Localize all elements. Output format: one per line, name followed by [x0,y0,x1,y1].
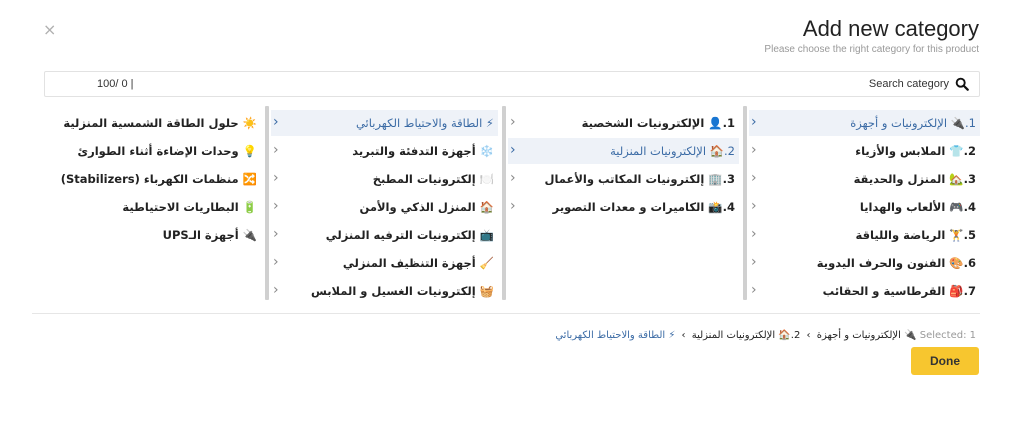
chevron-left-icon: ‹ [273,198,279,214]
divider [32,313,980,314]
dialog-subtitle: Please choose the right category for thi… [764,44,979,55]
chevron-left-icon: ‹ [273,114,279,130]
search-character-counter: 100/ 0 | [97,78,134,90]
category-item-label: 2.🏠 الإلكترونيات المنزلية [610,144,735,158]
breadcrumb-separator: › [681,330,686,341]
category-item-label: 📺 إلكترونيات الترفيه المنزلي [325,228,494,242]
chevron-left-icon: ‹ [751,170,757,186]
category-item[interactable]: ‹ 4.📸 الكاميرات و معدات التصوير [508,194,739,220]
category-item[interactable]: ‹ ⚡ الطاقة والاحتياط الكهربائي [271,110,498,136]
dialog-title: Add new category [802,16,979,41]
category-item[interactable]: ‹ 7.🎒 القرطاسية و الحقائب [749,278,980,304]
search-input[interactable] [349,72,949,96]
category-item-label: 7.🎒 القرطاسية و الحقائب [822,284,976,298]
chevron-left-icon: ‹ [751,198,757,214]
chevron-left-icon: ‹ [510,142,516,158]
category-column-level-2: ‹ 1.👤 الإلكترونيات الشخصية ‹ 2.🏠 الإلكترون… [502,106,739,300]
category-item-label: 🔌 أجهزة الـUPS [162,228,257,242]
category-item-label: 🔋 البطاريات الاحتياطية [122,200,257,214]
category-column-level-3: ‹ ⚡ الطاقة والاحتياط الكهربائي ‹ ❄️ أجهزة … [265,106,498,300]
category-item-label: 6.🎨 الفنون والحرف اليدوية [816,256,976,270]
category-item-label: 1.🔌 الإلكترونيات و أجهزة [850,116,976,130]
chevron-left-icon: ‹ [751,114,757,130]
category-item[interactable]: ‹ 2.🏠 الإلكترونيات المنزلية [508,138,739,164]
chevron-left-icon: ‹ [273,170,279,186]
category-item[interactable]: ‹ 5.🏋️ الرياضة واللياقة [749,222,980,248]
category-item[interactable]: ‹ 4.🎮 الألعاب والهدايا [749,194,980,220]
category-item[interactable]: 💡 وحدات الإضاءة أثناء الطوارئ [50,138,261,164]
category-item-label: 🧹 أجهزة التنظيف المنزلي [342,256,494,270]
chevron-left-icon: ‹ [510,114,516,130]
breadcrumb-prefix: Selected: 1 [919,330,976,341]
category-item[interactable]: ‹ 3.🏢 إلكترونيات المكاتب والأعمال [508,166,739,192]
category-item[interactable]: ‹ 1.🔌 الإلكترونيات و أجهزة [749,110,980,136]
category-item[interactable]: ‹ 3.🏡 المنزل والحديقة [749,166,980,192]
breadcrumb-item[interactable]: 2.🏠 الإلكترونيات المنزلية [692,330,801,341]
close-icon[interactable]: × [43,20,56,39]
category-item-label: ☀️ حلول الطاقة الشمسية المنزلية [63,116,257,130]
category-column-level-1: ‹ 1.🔌 الإلكترونيات و أجهزة ‹ 2.👕 الملابس و… [743,106,980,300]
category-item-label: 🔀 منظمات الكهرباء (Stabilizers) [60,172,257,186]
category-item-label: 💡 وحدات الإضاءة أثناء الطوارئ [77,144,257,158]
chevron-left-icon: ‹ [273,254,279,270]
category-item-label: ❄️ أجهزة التدفئة والتبريد [352,144,494,158]
category-item-label: 4.📸 الكاميرات و معدات التصوير [552,200,735,214]
chevron-left-icon: ‹ [751,254,757,270]
category-item[interactable]: ‹ 6.🎨 الفنون والحرف اليدوية [749,250,980,276]
category-item-label: 🍽️ إلكترونيات المطبخ [372,172,494,186]
category-item[interactable]: ‹ 1.👤 الإلكترونيات الشخصية [508,110,739,136]
category-item-label: 2.👕 الملابس والأزياء [855,144,976,158]
category-item-label: 1.👤 الإلكترونيات الشخصية [581,116,735,130]
category-item[interactable]: ‹ ❄️ أجهزة التدفئة والتبريد [271,138,498,164]
scrollbar[interactable] [743,106,747,300]
category-item-label: 4.🎮 الألعاب والهدايا [859,200,976,214]
chevron-left-icon: ‹ [273,226,279,242]
category-item[interactable]: ‹ 🍽️ إلكترونيات المطبخ [271,166,498,192]
chevron-left-icon: ‹ [751,282,757,298]
category-item[interactable]: ‹ 🏠 المنزل الذكي والأمن [271,194,498,220]
category-item-label: 🧺 إلكترونيات الغسيل و الملابس [310,284,494,298]
category-item-label: ⚡ الطاقة والاحتياط الكهربائي [355,116,494,130]
scrollbar[interactable] [502,106,506,300]
category-item[interactable]: ☀️ حلول الطاقة الشمسية المنزلية [50,110,261,136]
category-item-label: 🏠 المنزل الذكي والأمن [359,200,494,214]
category-column-level-4: ☀️ حلول الطاقة الشمسية المنزلية 💡 وحدات … [44,106,261,300]
search-icon[interactable] [955,77,969,91]
category-item-label: 3.🏡 المنزل والحديقة [853,172,976,186]
chevron-left-icon: ‹ [510,198,516,214]
category-item[interactable]: ‹ 🧹 أجهزة التنظيف المنزلي [271,250,498,276]
category-item[interactable]: ‹ 🧺 إلكترونيات الغسيل و الملابس [271,278,498,304]
done-button[interactable]: Done [911,347,979,375]
chevron-left-icon: ‹ [273,282,279,298]
category-item-label: 5.🏋️ الرياضة واللياقة [855,228,976,242]
category-item[interactable]: 🔌 أجهزة الـUPS [50,222,261,248]
breadcrumb-item[interactable]: 🔌 الإلكترونيات و أجهزة [817,330,917,341]
breadcrumb-separator: › [806,330,811,341]
category-item[interactable]: 🔋 البطاريات الاحتياطية [50,194,261,220]
breadcrumb: Selected: 1 🔌 الإلكترونيات و أجهزة › 2.🏠… [555,330,976,341]
breadcrumb-item[interactable]: ⚡ الطاقة والاحتياط الكهربائي [555,330,675,341]
category-columns: ‹ 1.🔌 الإلكترونيات و أجهزة ‹ 2.👕 الملابس و… [44,106,980,300]
chevron-left-icon: ‹ [510,170,516,186]
scrollbar[interactable] [265,106,269,300]
category-item[interactable]: 🔀 منظمات الكهرباء (Stabilizers) [50,166,261,192]
category-item-label: 3.🏢 إلكترونيات المكاتب والأعمال [544,172,735,186]
search-bar: 100/ 0 | [44,71,980,97]
chevron-left-icon: ‹ [751,226,757,242]
chevron-left-icon: ‹ [751,142,757,158]
chevron-left-icon: ‹ [273,142,279,158]
category-item[interactable]: ‹ 2.👕 الملابس والأزياء [749,138,980,164]
category-item[interactable]: ‹ 📺 إلكترونيات الترفيه المنزلي [271,222,498,248]
